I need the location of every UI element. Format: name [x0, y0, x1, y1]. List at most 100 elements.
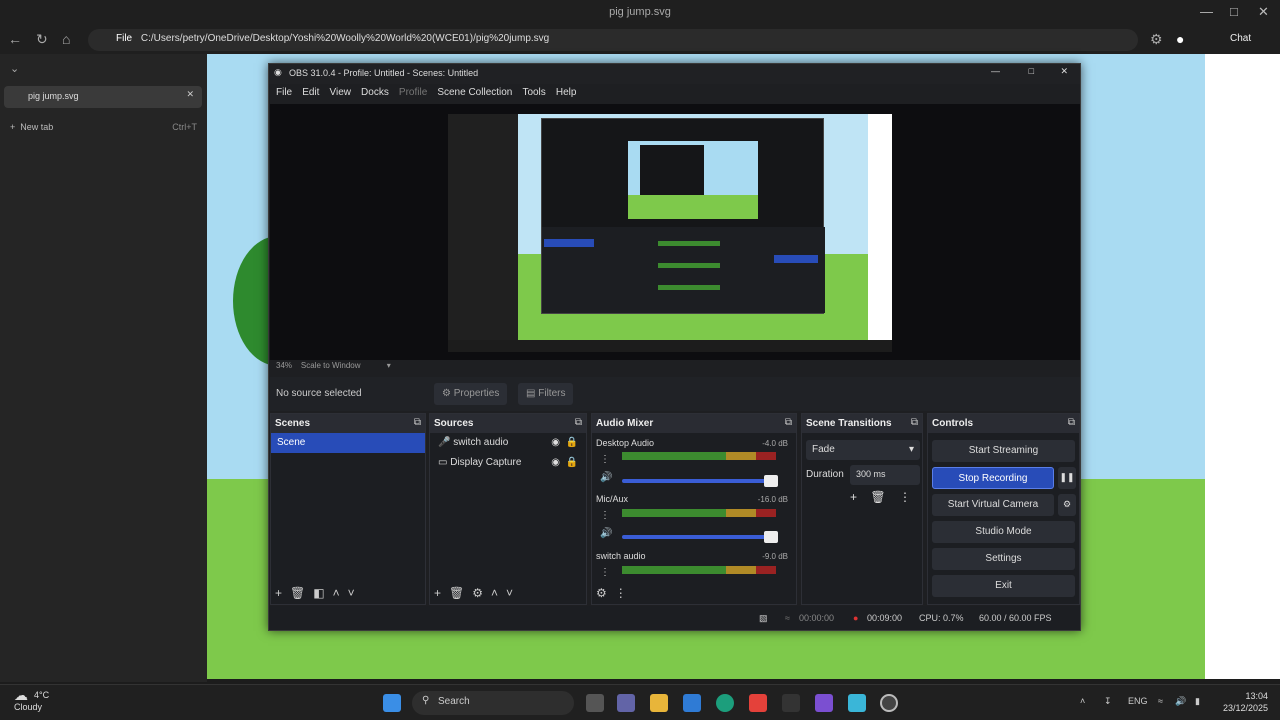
avatar[interactable]: ●	[1176, 31, 1184, 47]
wifi-icon[interactable]: ≈	[1158, 696, 1163, 706]
refresh-icon[interactable]: ↻	[36, 31, 48, 48]
obs-maximize-button[interactable]: □	[1029, 66, 1034, 76]
task-view-icon[interactable]	[586, 694, 604, 712]
volume-icon[interactable]: 🔊	[1175, 696, 1186, 707]
tab-pig-jump[interactable]: pig jump.svg ✕	[4, 86, 202, 108]
obs-minimize-button[interactable]: —	[991, 66, 1000, 76]
copilot-chat-button[interactable]: Chat	[1230, 33, 1251, 44]
up-arrow-icon[interactable]: ˄	[491, 586, 498, 600]
app-icon[interactable]	[848, 694, 866, 712]
scale-mode-select[interactable]: Scale to Window	[301, 361, 361, 370]
pause-icon[interactable]: ❚❚	[1058, 467, 1076, 489]
undock-icon[interactable]: ⧉	[785, 417, 792, 428]
undock-icon[interactable]: ⧉	[575, 417, 582, 428]
slider-knob[interactable]	[764, 475, 778, 487]
settings-button[interactable]: Settings	[932, 548, 1075, 570]
eye-icon[interactable]: ◉	[551, 457, 560, 468]
close-icon[interactable]: ✕	[186, 89, 194, 100]
terminal-icon[interactable]	[782, 694, 800, 712]
window-close-button[interactable]: ✕	[1258, 4, 1269, 20]
down-arrow-icon[interactable]: ˅	[348, 586, 355, 600]
window-minimize-button[interactable]: —	[1200, 4, 1213, 19]
trash-icon[interactable]: 🗑	[290, 586, 305, 600]
obs-window[interactable]: ◉ OBS 31.0.4 - Profile: Untitled - Scene…	[268, 63, 1081, 631]
kebab-menu-icon[interactable]: ⋮	[899, 490, 911, 504]
add-icon[interactable]: +	[850, 490, 857, 504]
edge-icon[interactable]	[716, 694, 734, 712]
exit-button[interactable]: Exit	[932, 575, 1075, 597]
start-streaming-button[interactable]: Start Streaming	[932, 440, 1075, 462]
back-icon[interactable]: ←	[8, 31, 22, 47]
slider-knob[interactable]	[764, 531, 778, 543]
volume-slider[interactable]	[622, 531, 778, 543]
studio-mode-button[interactable]: Studio Mode	[932, 521, 1075, 543]
scene-item[interactable]: Scene	[271, 433, 425, 453]
address-bar[interactable]: File C:/Users/petry/OneDrive/Desktop/Yos…	[88, 29, 1138, 51]
taskbar-clock[interactable]: 13:04 23/12/2025	[1223, 690, 1268, 714]
properties-button[interactable]: ⚙ Properties	[434, 383, 508, 405]
extensions-icon[interactable]: ⚙	[1150, 31, 1163, 48]
stop-recording-button[interactable]: Stop Recording	[932, 467, 1054, 489]
lock-icon[interactable]: 🔒	[566, 437, 578, 448]
file-explorer-icon[interactable]	[650, 694, 668, 712]
window-maximize-button[interactable]: □	[1230, 4, 1238, 19]
menu-view[interactable]: View	[329, 87, 351, 98]
duration-stepper[interactable]: 300 ms	[850, 465, 920, 485]
obs-preview[interactable]	[270, 104, 1080, 360]
language-indicator[interactable]: ENG	[1128, 696, 1148, 706]
add-icon[interactable]: +	[434, 586, 441, 600]
trash-icon[interactable]: 🗑	[870, 490, 885, 504]
menu-file[interactable]: File	[276, 87, 292, 98]
gear-icon[interactable]: ⚙	[1058, 494, 1076, 516]
kebab-menu-icon[interactable]: ⋮	[600, 454, 610, 465]
obs-close-button[interactable]: ✕	[1060, 66, 1068, 77]
obs-taskbar-icon[interactable]	[880, 694, 898, 712]
speaker-icon[interactable]: 🔊	[600, 472, 612, 483]
mixer-channel-db: -4.0 dB	[762, 439, 788, 448]
new-tab-label: New tab	[20, 122, 54, 132]
speaker-icon[interactable]: 🔊	[600, 528, 612, 539]
chevron-down-icon[interactable]: ▾	[387, 361, 391, 370]
mail-icon[interactable]	[683, 694, 701, 712]
advanced-audio-icon[interactable]: ⚙	[596, 586, 607, 600]
start-virtual-camera-button[interactable]: Start Virtual Camera	[932, 494, 1054, 516]
new-tab-button[interactable]: + New tab	[10, 122, 53, 132]
chevron-up-icon[interactable]: ˄	[1080, 696, 1085, 706]
add-icon[interactable]: +	[275, 586, 282, 600]
windows-start-icon[interactable]	[383, 694, 401, 712]
undock-icon[interactable]: ⧉	[1068, 417, 1075, 428]
trash-icon[interactable]: 🗑	[449, 586, 464, 600]
menu-edit[interactable]: Edit	[302, 87, 319, 98]
menu-docks[interactable]: Docks	[361, 87, 389, 98]
battery-icon[interactable]: ▮	[1195, 696, 1200, 707]
transition-select[interactable]: Fade ▾	[806, 440, 920, 460]
kebab-menu-icon[interactable]: ⋮	[600, 567, 610, 578]
filter-icon[interactable]: ◧	[313, 586, 324, 600]
filters-button[interactable]: ▤ Filters	[518, 383, 574, 405]
gear-icon[interactable]: ⚙	[472, 586, 483, 600]
kebab-menu-icon[interactable]: ⋮	[600, 510, 610, 521]
home-icon[interactable]: ⌂	[62, 31, 70, 47]
usb-icon[interactable]: ↧	[1104, 696, 1112, 707]
down-arrow-icon[interactable]: ˅	[506, 586, 513, 600]
up-arrow-icon[interactable]: ˄	[333, 586, 340, 600]
taskbar-search[interactable]: ⚲ Search	[412, 691, 574, 715]
eye-icon[interactable]: ◉	[551, 437, 560, 448]
app-icon[interactable]	[749, 694, 767, 712]
menu-profile[interactable]: Profile	[399, 87, 427, 98]
lock-icon[interactable]: 🔒	[566, 457, 578, 468]
chevron-down-icon[interactable]: ⌄	[10, 62, 19, 75]
volume-slider[interactable]	[622, 475, 778, 487]
teams-icon[interactable]	[617, 694, 635, 712]
undock-icon[interactable]: ⧉	[911, 417, 918, 428]
menu-scene-collection[interactable]: Scene Collection	[437, 87, 512, 98]
source-item[interactable]: 🎤 switch audio ◉ 🔒	[430, 433, 586, 453]
undock-icon[interactable]: ⧉	[414, 417, 421, 428]
kebab-menu-icon[interactable]: ⋮	[615, 586, 627, 600]
source-item[interactable]: ▭ Display Capture ◉ 🔒	[430, 453, 586, 473]
visual-studio-icon[interactable]	[815, 694, 833, 712]
menu-help[interactable]: Help	[556, 87, 577, 98]
meter-red	[756, 509, 776, 517]
menu-tools[interactable]: Tools	[522, 87, 545, 98]
weather-widget[interactable]: ☁ 4°C Cloudy	[14, 688, 49, 713]
